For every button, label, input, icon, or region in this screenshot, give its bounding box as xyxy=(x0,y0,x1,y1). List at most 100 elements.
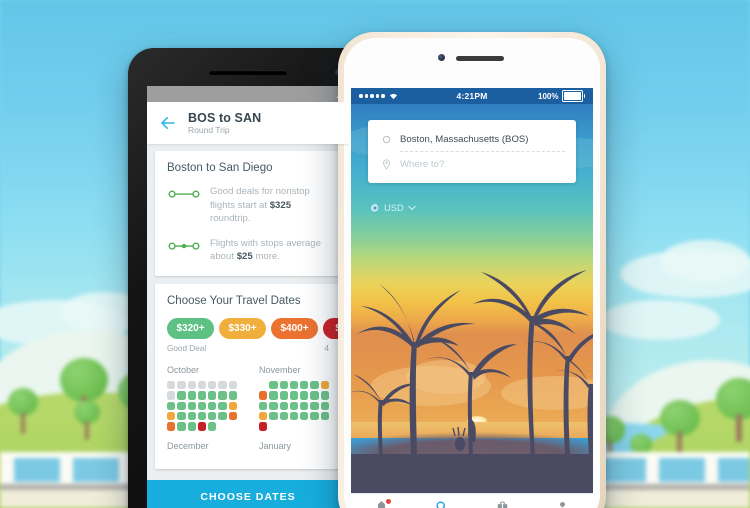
calendar-day-cell[interactable] xyxy=(228,381,237,390)
iphone-earpiece-speaker xyxy=(456,56,504,61)
calendar-day-cell[interactable] xyxy=(197,411,207,421)
ios-hero-image: Boston, Massachusetts (BOS) Where to? US… xyxy=(351,104,593,508)
deal-text-after: roundtrip. xyxy=(210,213,251,225)
tab-profile[interactable]: Profile xyxy=(533,494,594,508)
calendar-day-cell[interactable] xyxy=(269,411,278,421)
currency-selector[interactable]: USD xyxy=(370,202,416,213)
tab-search[interactable]: Search xyxy=(412,494,473,508)
calendar-day-cell[interactable] xyxy=(269,391,278,400)
calendar-day-cell[interactable] xyxy=(269,401,278,410)
flight-search-card: Boston, Massachusetts (BOS) Where to? xyxy=(368,120,576,183)
calendar-day-cell xyxy=(269,422,277,430)
calendar-day-cell[interactable] xyxy=(208,411,217,421)
price-pill[interactable]: $320+ xyxy=(167,318,214,340)
calendar-day-cell[interactable] xyxy=(167,381,176,390)
calendar-grid[interactable] xyxy=(167,381,237,431)
calendar-day-cell[interactable] xyxy=(300,411,309,421)
calendar-day-cell[interactable] xyxy=(279,391,288,400)
calendar-day-cell[interactable] xyxy=(310,391,319,400)
price-pill[interactable]: $330+ xyxy=(219,318,266,340)
deal-text-after: more. xyxy=(252,251,280,263)
calendar-day-cell[interactable] xyxy=(197,391,207,400)
calendar-day-cell[interactable] xyxy=(279,401,288,410)
calendar-day-cell[interactable] xyxy=(208,391,217,400)
destination-field[interactable]: Where to? xyxy=(368,154,576,174)
calendar-day-cell[interactable] xyxy=(279,411,288,421)
calendar-day-cell[interactable] xyxy=(218,391,227,400)
calendar-day-cell xyxy=(280,422,288,430)
calendar-day-cell[interactable] xyxy=(187,411,196,421)
briefcase-icon xyxy=(496,500,509,508)
calendar-day-cell[interactable] xyxy=(310,381,319,390)
calendar-day-cell[interactable] xyxy=(177,411,186,421)
calendar-day-cell[interactable] xyxy=(228,411,237,421)
android-screen: BOS to SAN Round Trip Boston to San Dieg… xyxy=(147,86,349,508)
calendar-day-cell[interactable] xyxy=(310,411,319,421)
calendar-day-cell[interactable] xyxy=(208,401,217,410)
month-name: January xyxy=(259,440,292,451)
back-arrow-icon[interactable] xyxy=(159,114,177,132)
calendar-day-cell[interactable] xyxy=(197,422,207,431)
cloud xyxy=(660,240,750,282)
calendar-day-cell[interactable] xyxy=(259,391,268,400)
calendar-day-cell[interactable] xyxy=(187,401,196,410)
iphone-screen: 4:21PM 100% Boston, Massachusetts (BOS) … xyxy=(351,88,593,508)
calendar-day-cell[interactable] xyxy=(218,401,227,410)
railing-gap xyxy=(14,456,60,482)
calendar-day-cell[interactable] xyxy=(320,391,329,400)
origin-value: Boston, Massachusetts (BOS) xyxy=(400,133,529,145)
tab-trips[interactable]: Trips xyxy=(472,494,533,508)
calendar-day-cell[interactable] xyxy=(289,411,299,421)
calendar-day-cell xyxy=(229,422,237,430)
origin-field[interactable]: Boston, Massachusetts (BOS) xyxy=(368,129,576,149)
calendar-day-cell[interactable] xyxy=(320,381,329,390)
calendar-day-cell[interactable] xyxy=(289,401,299,410)
calendar-day-cell[interactable] xyxy=(289,381,299,390)
price-pill[interactable]: $400+ xyxy=(271,318,318,340)
calendar-day-cell[interactable] xyxy=(208,422,217,431)
tab-notifications[interactable]: Notifications xyxy=(351,494,412,508)
calendar-day-cell xyxy=(321,422,329,430)
calendar-day-cell[interactable] xyxy=(269,381,278,390)
calendar-day-cell[interactable] xyxy=(187,391,196,400)
calendar-day-cell[interactable] xyxy=(167,401,176,410)
calendar-day-cell[interactable] xyxy=(177,422,186,431)
calendar-day-cell[interactable] xyxy=(300,391,309,400)
calendar-day-cell xyxy=(259,381,267,389)
calendar-day-cell[interactable] xyxy=(300,401,309,410)
palm-trees-silhouette xyxy=(351,270,593,456)
calendar-day-cell[interactable] xyxy=(197,401,207,410)
calendar-day-cell[interactable] xyxy=(259,411,268,421)
calendar-day-cell[interactable] xyxy=(218,411,227,421)
calendar-day-cell[interactable] xyxy=(218,381,227,390)
calendar-day-cell[interactable] xyxy=(228,401,237,410)
calendar-day-cell[interactable] xyxy=(310,401,319,410)
android-app-bar: BOS to SAN Round Trip xyxy=(147,102,349,144)
calendar-day-cell[interactable] xyxy=(197,381,207,390)
calendar-day-cell[interactable] xyxy=(208,381,217,390)
calendar-day-cell[interactable] xyxy=(167,411,176,421)
calendar-day-cell[interactable] xyxy=(167,422,176,431)
calendar-grid[interactable] xyxy=(259,381,329,431)
calendar-day-cell[interactable] xyxy=(300,381,309,390)
calendar-day-cell[interactable] xyxy=(279,381,288,390)
calendar-day-cell[interactable] xyxy=(177,401,186,410)
ios-tab-bar: Notifications Search xyxy=(351,493,593,508)
choose-dates-button[interactable]: CHOOSE DATES xyxy=(147,480,349,508)
calendar-day-cell[interactable] xyxy=(187,381,196,390)
calendar-day-cell[interactable] xyxy=(177,391,186,400)
calendar-day-cell[interactable] xyxy=(228,391,237,400)
calendar-day-cell[interactable] xyxy=(177,381,186,390)
calendar-day-cell[interactable] xyxy=(259,401,268,410)
calendar-day-cell[interactable] xyxy=(289,391,299,400)
tree xyxy=(660,400,700,456)
cloud xyxy=(600,300,720,340)
calendar-day-cell[interactable] xyxy=(320,401,329,410)
calendar-day-cell[interactable] xyxy=(167,391,176,400)
iphone-device: 4:21PM 100% Boston, Massachusetts (BOS) … xyxy=(338,32,606,508)
calendar-day-cell xyxy=(300,422,308,430)
calendar-day-cell[interactable] xyxy=(320,411,329,421)
calendar-day-cell[interactable] xyxy=(187,422,196,431)
calendar-day-cell[interactable] xyxy=(259,422,268,431)
circle-outline-icon xyxy=(379,135,393,144)
